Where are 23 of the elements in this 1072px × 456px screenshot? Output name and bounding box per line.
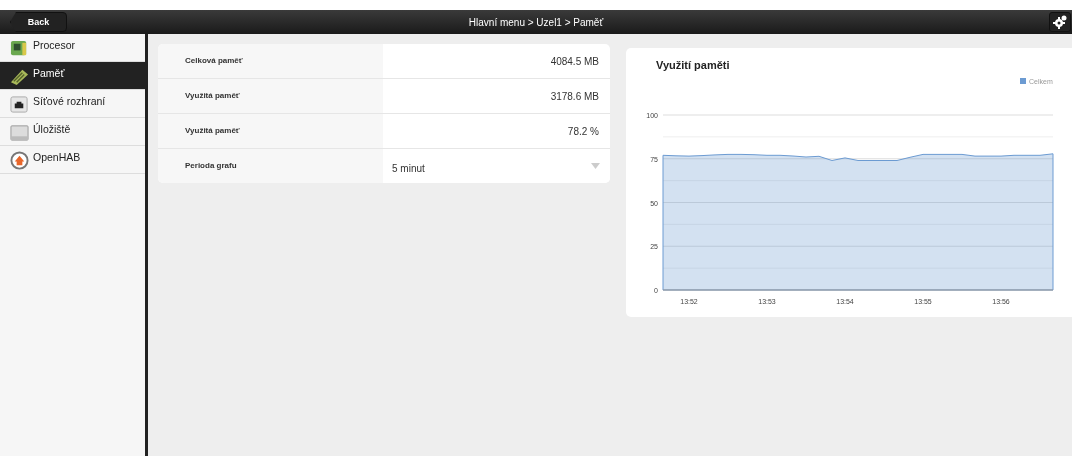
- memory-module-icon: [10, 67, 29, 86]
- row-label: Využitá paměť: [158, 79, 383, 113]
- row-value: 4084.5 MB: [549, 55, 600, 69]
- house-logo-icon: [10, 151, 29, 170]
- caret-icon: [591, 163, 600, 169]
- row-label: Perioda grafu: [158, 149, 383, 183]
- chip-icon: [10, 39, 29, 58]
- sidebar-item[interactable]: Paměť: [0, 62, 145, 90]
- row-value: 3178.6 MB: [549, 90, 600, 104]
- chart-title: Využití paměti: [656, 59, 730, 71]
- sidebar-item[interactable]: OpenHAB: [0, 146, 145, 174]
- settings-icon: [1053, 15, 1067, 29]
- row-label: Využitá paměť: [158, 114, 383, 148]
- hard-drive-icon: [10, 123, 29, 142]
- legend-swatch: [1020, 78, 1026, 84]
- sidebar-item[interactable]: Síťové rozhraní: [0, 90, 145, 118]
- settings-button[interactable]: [1049, 12, 1071, 32]
- row-label: Celková paměť: [158, 44, 383, 78]
- row-value: 78.2 %: [566, 125, 600, 139]
- network-port-icon: [10, 95, 29, 114]
- sidebar-item[interactable]: Úložiště: [0, 118, 145, 146]
- breadcrumb: Hlavní menu > Uzel1 > Paměť: [468, 16, 604, 28]
- back-button[interactable]: Back: [10, 12, 67, 32]
